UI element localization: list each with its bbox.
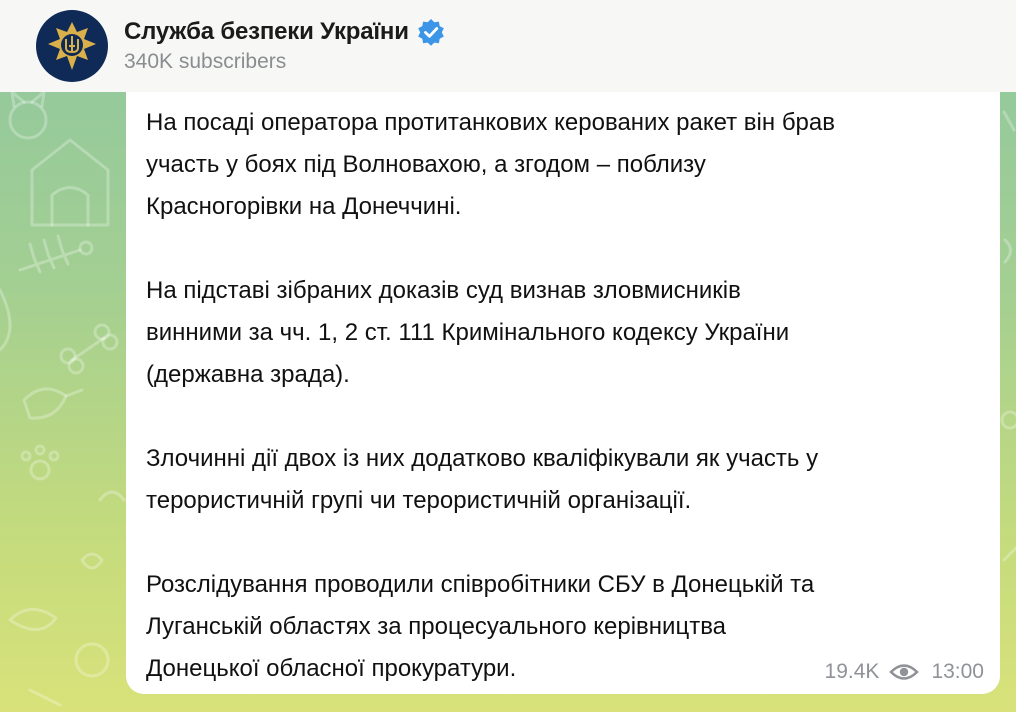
channel-avatar[interactable] bbox=[36, 10, 108, 82]
message-paragraph: На підставі зібраних доказів суд визнав … bbox=[146, 277, 790, 388]
message-time: 13:00 bbox=[931, 660, 984, 683]
sbu-emblem-icon bbox=[48, 22, 96, 70]
channel-header[interactable]: Служба безпеки України 340K subscribers bbox=[0, 0, 1016, 92]
message-meta: 19.4K 13:00 bbox=[825, 660, 984, 684]
message-paragraph: На посаді оператора протитанкових керова… bbox=[146, 109, 836, 220]
eye-icon bbox=[889, 662, 920, 682]
message-paragraph: Злочинні дії двох із них додатково квалі… bbox=[146, 445, 819, 514]
view-count: 19.4K bbox=[824, 660, 880, 683]
message-bubble[interactable]: На посаді оператора протитанкових керова… bbox=[126, 92, 1000, 694]
telegram-channel-view: Служба безпеки України 340K subscribers … bbox=[0, 0, 1016, 712]
verified-badge-icon bbox=[417, 18, 445, 46]
channel-title[interactable]: Служба безпеки України bbox=[124, 18, 409, 46]
subscriber-count: 340K subscribers bbox=[124, 50, 287, 73]
